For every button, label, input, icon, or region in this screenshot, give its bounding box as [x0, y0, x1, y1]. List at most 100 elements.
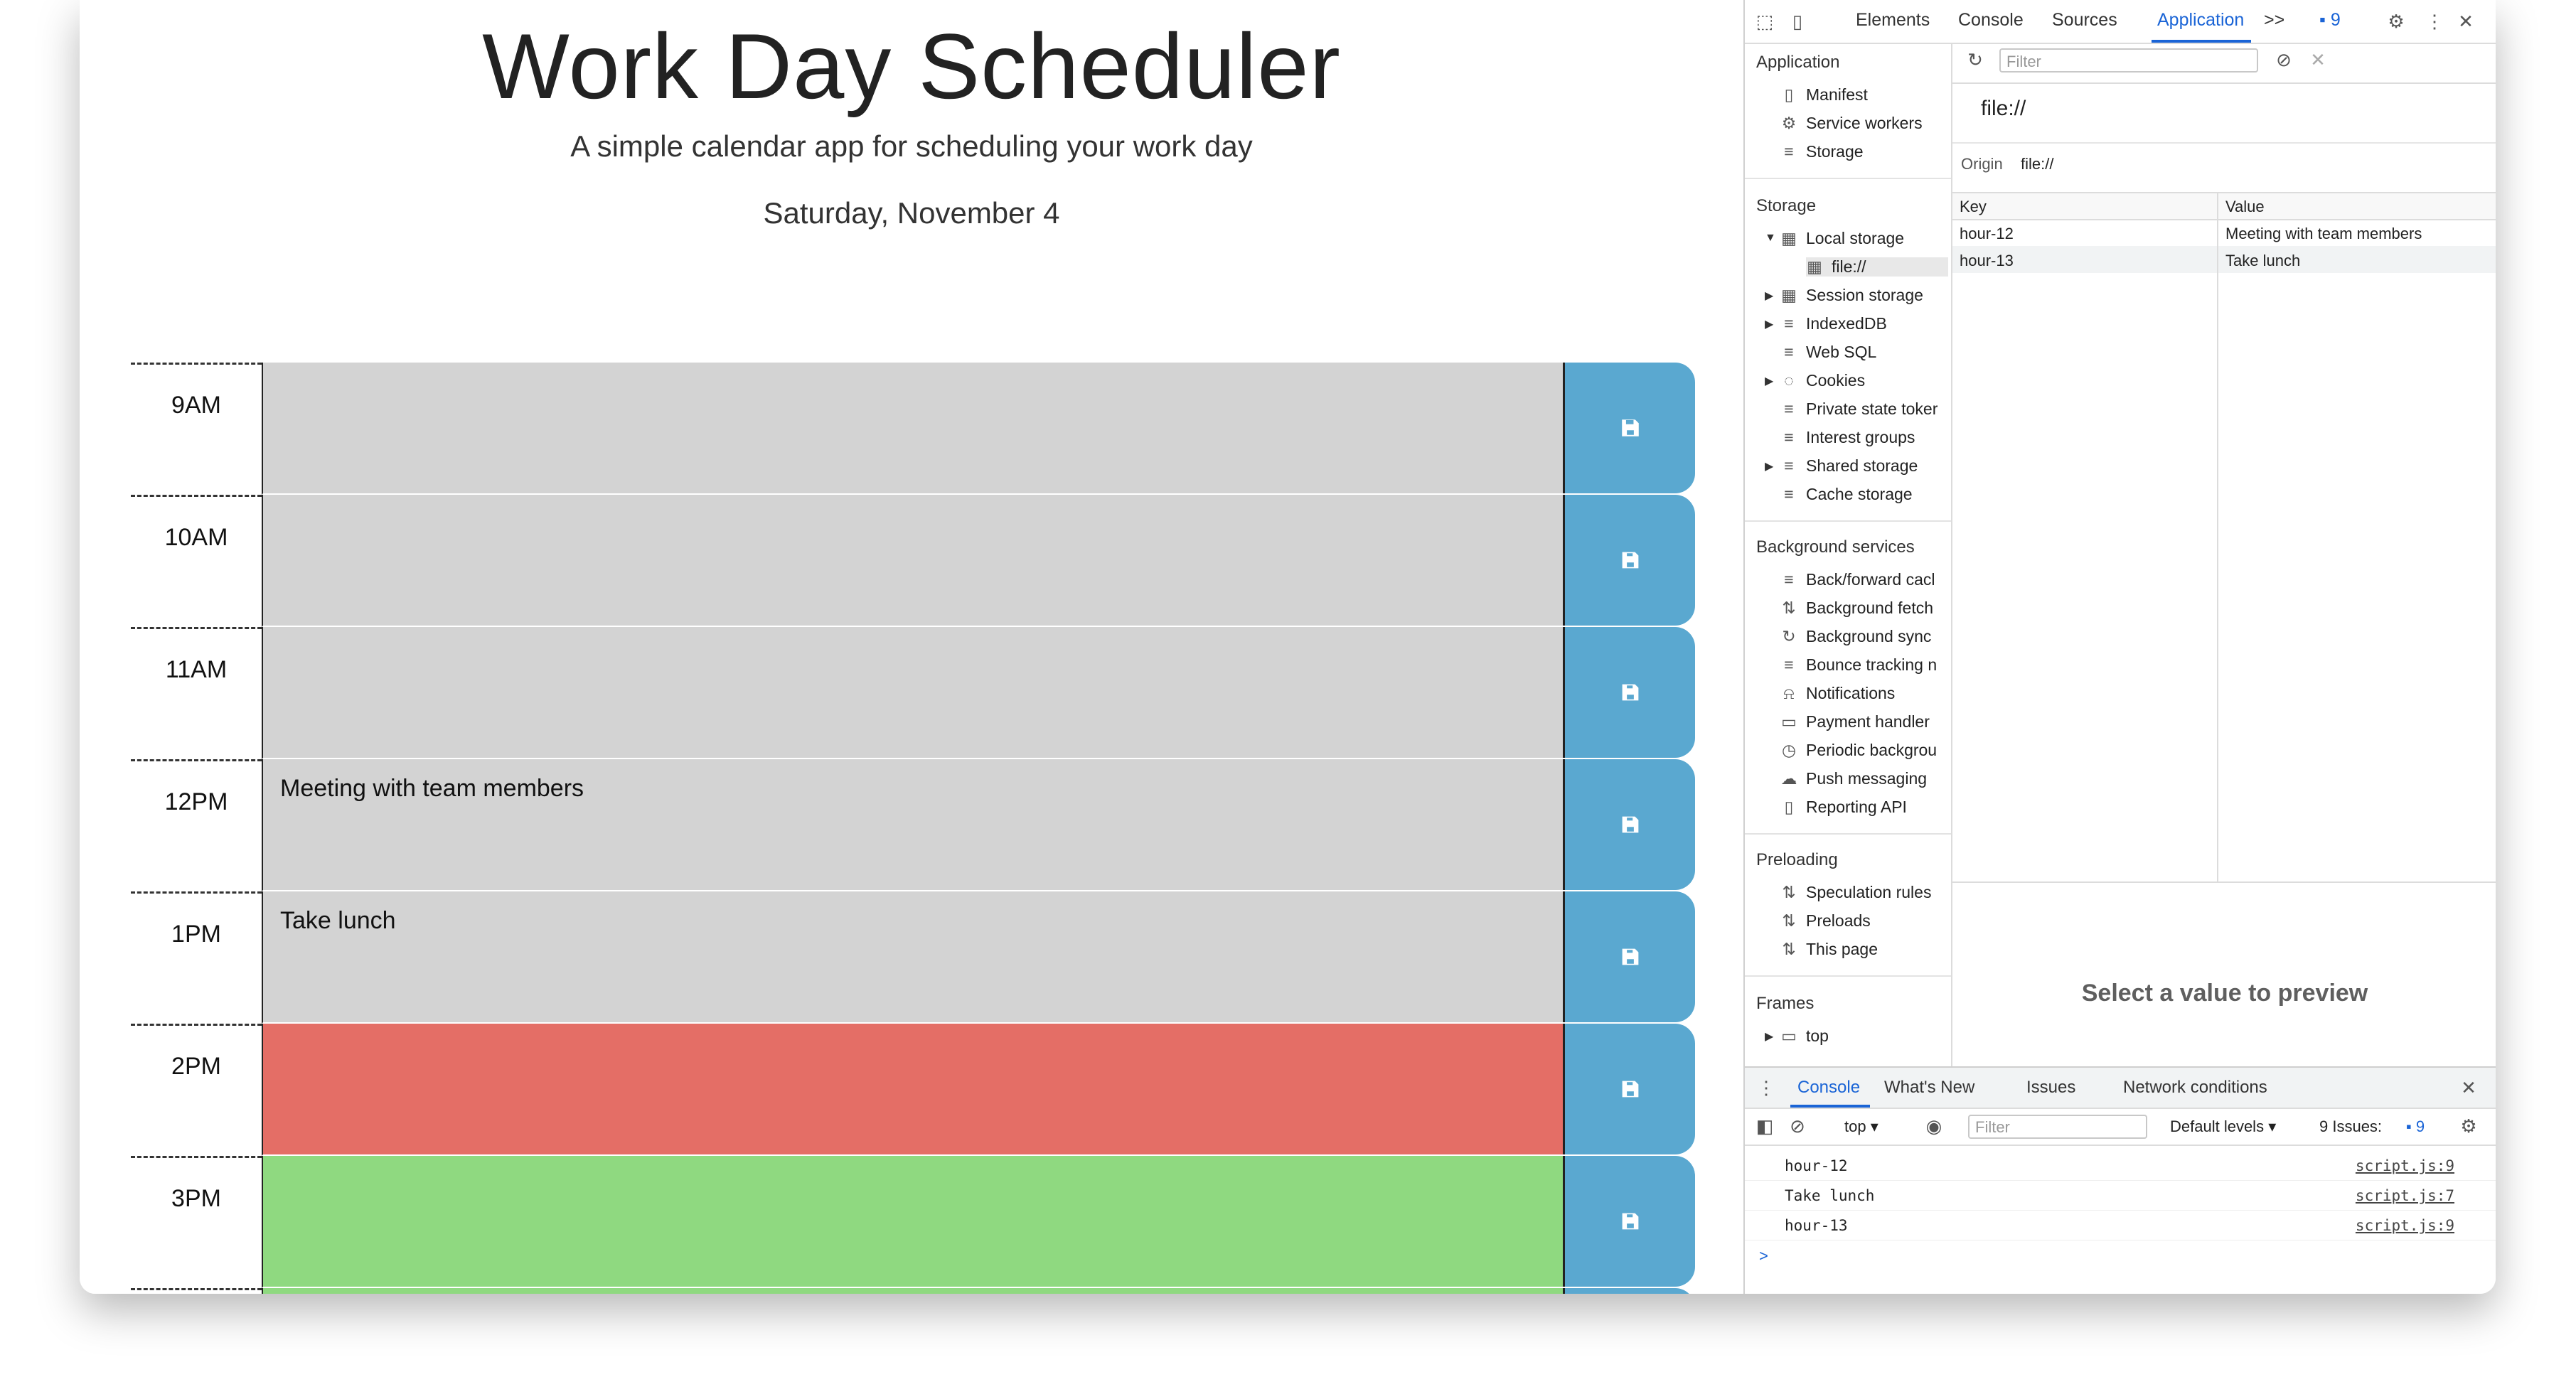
more-tabs-button[interactable]: >>	[2264, 10, 2284, 31]
refresh-icon[interactable]: ↻	[1964, 48, 1987, 71]
drawer-menu-icon[interactable]: ⋮	[1755, 1076, 1778, 1099]
caret-right-icon[interactable]: ▶	[1765, 374, 1773, 388]
description-textarea[interactable]	[262, 1024, 1563, 1156]
divider	[1952, 142, 2496, 144]
drawer-tab-console[interactable]: Console	[1797, 1078, 1860, 1098]
table-row[interactable]: hour-12 Meeting with team members	[1952, 219, 2496, 246]
sidebar-item-private-state-tokens[interactable]: ≡ Private state toker	[1780, 400, 1948, 419]
console-source-link[interactable]: script.js:9	[2356, 1217, 2454, 1234]
sidebar-item-background-fetch[interactable]: ⇅ Background fetch	[1780, 599, 1948, 618]
tab-elements[interactable]: Elements	[1856, 10, 1930, 31]
sidebar-item-periodic-background-sync[interactable]: ◷ Periodic backgrou	[1780, 741, 1948, 760]
save-button[interactable]	[1563, 1288, 1695, 1294]
issues-badge[interactable]: ▪ 9	[2319, 10, 2341, 31]
tab-application[interactable]: Application	[2157, 10, 2244, 31]
sidebar-item-cache-storage[interactable]: ≡ Cache storage	[1780, 485, 1948, 504]
sidebar-item-push-messaging[interactable]: ☁ Push messaging	[1780, 769, 1948, 788]
tab-sources[interactable]: Sources	[2052, 10, 2117, 31]
caret-right-icon[interactable]: ▶	[1765, 459, 1773, 473]
column-header-key[interactable]: Key	[1960, 198, 1987, 216]
issues-count-badge[interactable]: ▪ 9	[2406, 1117, 2425, 1136]
sidebar-item-local-storage[interactable]: ▦ Local storage	[1780, 229, 1948, 248]
console-message-text: hour-12	[1785, 1157, 1848, 1174]
sidebar-item-storage[interactable]: ≡ Storage	[1780, 142, 1948, 161]
save-button[interactable]	[1563, 363, 1695, 493]
context-selector[interactable]: top ▾	[1844, 1117, 1878, 1136]
description-textarea[interactable]	[262, 1288, 1563, 1294]
sidebar-item-background-sync[interactable]: ↻ Background sync	[1780, 627, 1948, 646]
caret-right-icon[interactable]: ▶	[1765, 317, 1773, 331]
origin-value: file://	[2021, 155, 2054, 173]
description-textarea[interactable]	[262, 1156, 1563, 1288]
save-button[interactable]	[1563, 1024, 1695, 1154]
drawer-tab-whats-new[interactable]: What's New	[1884, 1078, 1974, 1098]
console-filter-input[interactable]: Filter	[1968, 1115, 2147, 1139]
inspect-element-icon[interactable]: ⬚	[1753, 10, 1776, 33]
console-settings-gear-icon[interactable]: ⚙	[2457, 1115, 2480, 1137]
save-button[interactable]	[1563, 495, 1695, 626]
sidebar-item-manifest[interactable]: ▯ Manifest	[1780, 85, 1948, 104]
tab-console[interactable]: Console	[1958, 10, 2024, 31]
sidebar-item-speculation-rules[interactable]: ⇅ Speculation rules	[1780, 883, 1948, 902]
sidebar-item-this-page[interactable]: ⇅ This page	[1780, 940, 1948, 959]
save-button[interactable]	[1563, 891, 1695, 1022]
clear-console-icon[interactable]: ⊘	[1786, 1115, 1809, 1137]
sidebar-item-interest-groups[interactable]: ≡ Interest groups	[1780, 428, 1948, 447]
caret-right-icon[interactable]: ▶	[1765, 289, 1773, 303]
save-button[interactable]	[1563, 759, 1695, 890]
sidebar-item-local-storage-file[interactable]: ▦ file://	[1806, 257, 1948, 277]
sidebar-toggle-icon[interactable]: ◧	[1753, 1115, 1776, 1137]
log-levels-dropdown[interactable]: Default levels ▾	[2170, 1117, 2276, 1136]
origin-label: Origin	[1961, 155, 2003, 173]
close-icon[interactable]: ✕	[2454, 10, 2477, 33]
file-icon: ▯	[1784, 85, 1794, 104]
sidebar-item-shared-storage[interactable]: ≡ Shared storage	[1780, 456, 1948, 476]
eye-icon[interactable]: ◉	[1923, 1115, 1945, 1137]
storage-filter-input[interactable]: Filter	[1999, 48, 2258, 73]
sidebar-item-service-workers[interactable]: ⚙ Service workers	[1780, 114, 1948, 133]
kebab-menu-icon[interactable]: ⋮	[2423, 10, 2446, 33]
description-textarea[interactable]	[262, 495, 1563, 627]
sidebar-item-bounce-tracking[interactable]: ≡ Bounce tracking n	[1780, 655, 1948, 675]
delete-selected-icon[interactable]: ✕	[2307, 48, 2329, 71]
sidebar-item-session-storage[interactable]: ▦ Session storage	[1780, 286, 1948, 305]
sidebar-item-reporting-api[interactable]: ▯ Reporting API	[1780, 798, 1948, 817]
database-icon: ≡	[1784, 485, 1794, 503]
issues-label[interactable]: 9 Issues:	[2319, 1117, 2382, 1136]
drawer-tab-issues[interactable]: Issues	[2026, 1078, 2075, 1098]
sidebar-item-frame-top[interactable]: ▭ top	[1780, 1027, 1948, 1046]
save-button[interactable]	[1563, 1156, 1695, 1287]
sidebar-item-notifications[interactable]: ⍾ Notifications	[1780, 684, 1948, 703]
browser-window: Work Day Scheduler A simple calendar app…	[80, 0, 2496, 1294]
section-preloading: Preloading	[1756, 850, 1838, 869]
column-header-value[interactable]: Value	[2225, 198, 2265, 216]
description-textarea[interactable]	[262, 627, 1563, 759]
device-toolbar-icon[interactable]: ▯	[1786, 10, 1809, 33]
sidebar-item-web-sql[interactable]: ≡ Web SQL	[1780, 343, 1948, 362]
description-textarea[interactable]: Take lunch	[262, 891, 1563, 1024]
divider	[1745, 520, 1951, 522]
description-textarea[interactable]: Meeting with team members	[262, 759, 1563, 891]
sidebar-item-cookies[interactable]: ◌ Cookies	[1780, 371, 1948, 390]
sidebar-item-payment-handler[interactable]: ▭ Payment handler	[1780, 712, 1948, 731]
time-block-next	[131, 1288, 1695, 1294]
drawer-tab-network-conditions[interactable]: Network conditions	[2123, 1078, 2267, 1098]
table-row[interactable]: hour-13 Take lunch	[1952, 246, 2496, 273]
caret-down-icon[interactable]: ▼	[1765, 232, 1776, 245]
caret-right-icon[interactable]: ▶	[1765, 1029, 1773, 1044]
sidebar-item-indexeddb[interactable]: ≡ IndexedDB	[1780, 314, 1948, 333]
entry-value: Take lunch	[2225, 252, 2301, 269]
floppy-disk-icon	[1622, 1213, 1638, 1230]
close-drawer-icon[interactable]: ✕	[2457, 1076, 2480, 1099]
message-icon: ▪	[2319, 10, 2331, 30]
save-button[interactable]	[1563, 627, 1695, 758]
description-textarea[interactable]	[262, 363, 1563, 495]
settings-gear-icon[interactable]: ⚙	[2385, 10, 2407, 33]
console-source-link[interactable]: script.js:9	[2356, 1157, 2454, 1174]
clear-all-icon[interactable]: ⊘	[2272, 48, 2295, 71]
sidebar-item-back-forward-cache[interactable]: ≡ Back/forward cacl	[1780, 570, 1948, 589]
floppy-disk-icon	[1622, 684, 1638, 701]
sidebar-item-preloads[interactable]: ⇅ Preloads	[1780, 911, 1948, 931]
console-prompt[interactable]: >	[1759, 1247, 1768, 1265]
console-source-link[interactable]: script.js:7	[2356, 1187, 2454, 1204]
